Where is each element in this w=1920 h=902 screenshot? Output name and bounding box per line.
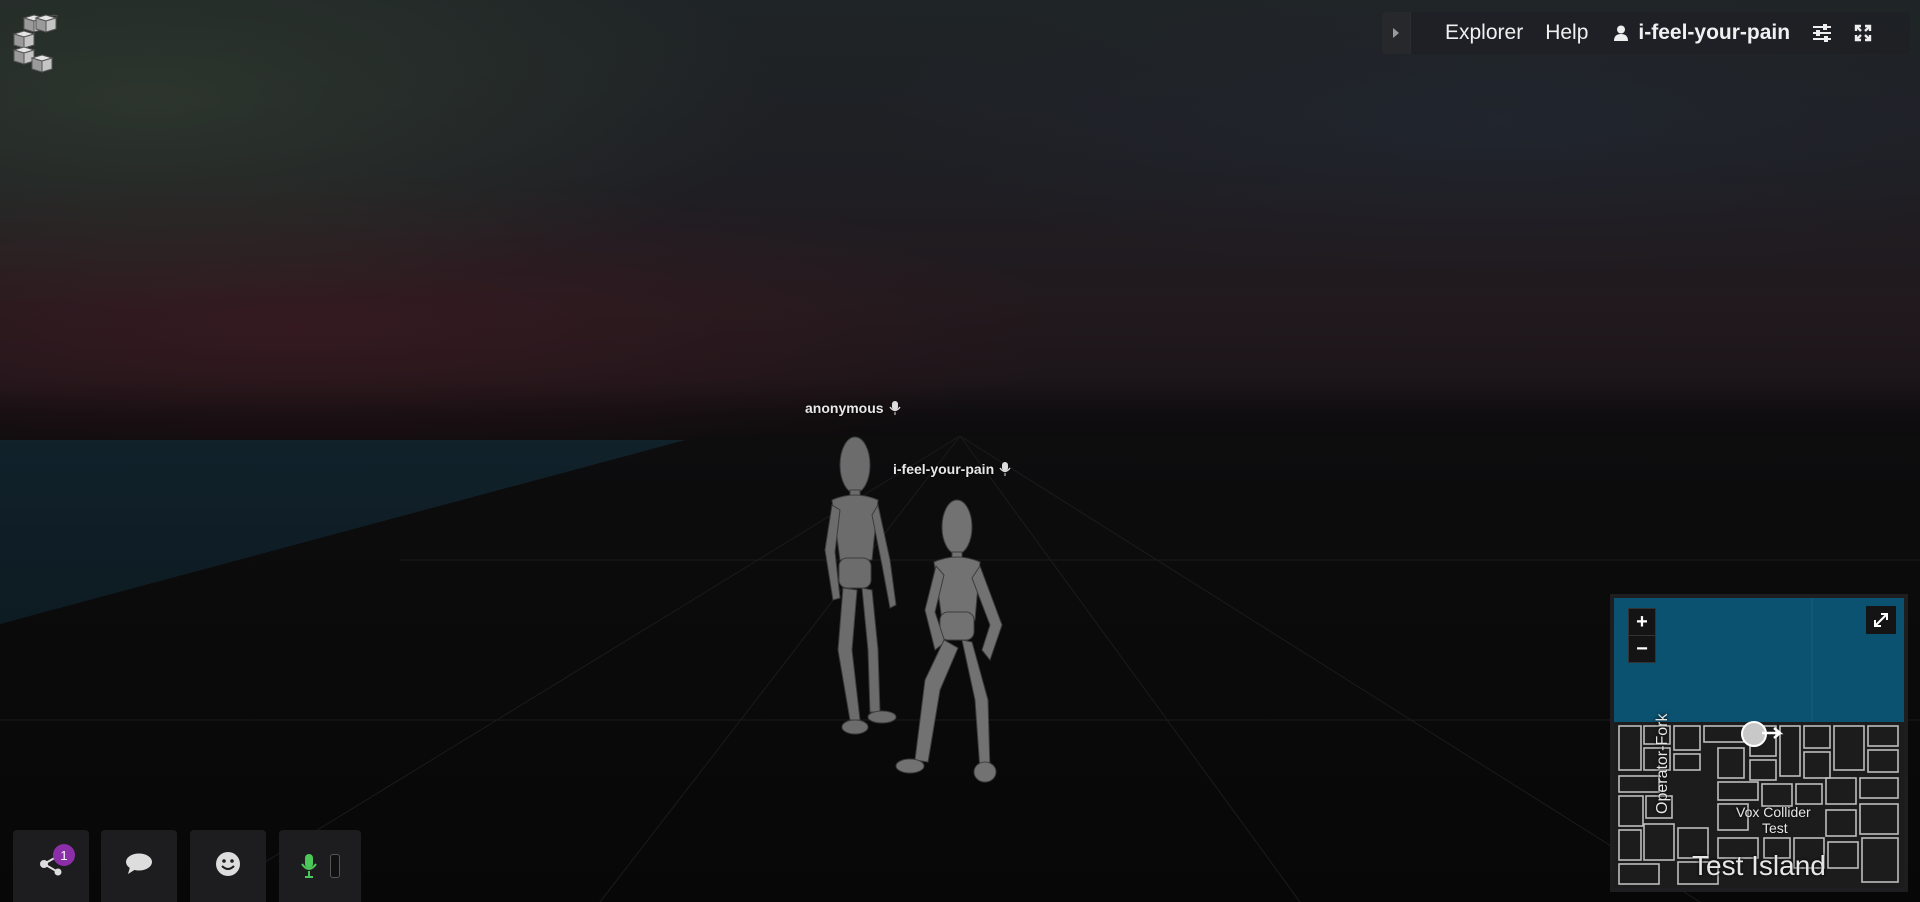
explorer-label: Explorer [1445,21,1524,44]
map-island-label: Test Island [1692,850,1826,881]
map-zoom-in-button[interactable]: + [1628,608,1656,636]
collapse-arrow-icon[interactable] [1382,12,1411,54]
avatar-name: i-feel-your-pain [893,461,995,477]
microphone-icon [889,401,901,415]
minimap[interactable]: + − Operator-Fork Vox Collider Test Test… [1610,594,1908,892]
user-menu[interactable]: i-feel-your-pain [1614,21,1790,45]
avatar-nametag: anonymous [805,400,901,416]
top-navigation-bar: Explorer Help i-feel-your-pain [1382,12,1910,54]
map-parcel-label: Test [1762,820,1788,836]
user-icon [1614,25,1629,41]
chat-button[interactable] [101,830,177,902]
help-link[interactable]: Help [1545,21,1588,45]
emoji-icon [215,851,241,882]
map-zoom-out-button[interactable]: − [1628,635,1656,663]
emote-button[interactable] [190,830,266,902]
avatar-name: anonymous [805,400,884,416]
voice-button[interactable] [279,830,361,902]
map-parcel-label: Vox Collider [1736,804,1811,820]
microphone-icon [300,853,318,879]
notification-badge: 1 [53,844,75,866]
fullscreen-icon[interactable] [1854,24,1872,42]
map-street-label: Operator-Fork [1654,713,1671,814]
microphone-icon [999,462,1011,476]
voice-level-meter [330,854,340,878]
avatar-self[interactable] [895,499,1003,783]
expand-icon[interactable] [1866,606,1896,634]
chat-icon [125,853,153,880]
username: i-feel-your-pain [1638,21,1791,44]
avatar-nametag: i-feel-your-pain [893,461,1011,477]
share-button[interactable]: 1 [13,830,89,902]
settings-sliders-icon[interactable] [1812,24,1832,42]
explorer-link[interactable]: Explorer [1445,21,1523,45]
help-label: Help [1545,21,1589,44]
logo-icon[interactable] [12,14,65,74]
